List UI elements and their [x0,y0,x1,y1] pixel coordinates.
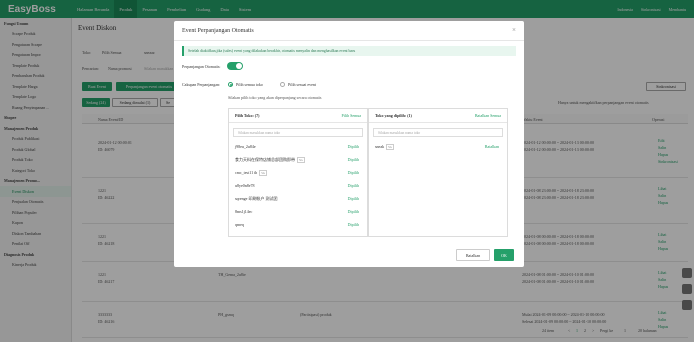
shop-name: cmc_test11 th SG [235,169,268,176]
shop-region-tag: SG [297,156,305,163]
shop-name: 食力天料在保特店铺总部团购即带 SG [235,156,305,163]
cancel-all-link[interactable]: Batalkan Semua [475,113,501,118]
shop-list-item: 8ms1j14ec Dipilih [235,206,359,217]
shop-list-item: 食力天料在保特店铺总部团购即带 SG Dipilih [235,154,359,165]
shop-name: u8ye0n8e78 [235,183,255,188]
shop-list-item: cmc_test11 th SG Dipilih [235,167,359,178]
deselect-shop-link[interactable]: Batalkan [485,144,499,149]
selected-list-panel: Toko yang dipilih: (1) Batalkan Semua Si… [368,108,508,237]
shop-search-input[interactable]: Silakan masukkan nama toko [233,128,363,137]
select-shop-link[interactable]: Dipilih [348,144,359,149]
auto-extend-label: Perpanjangan Otomatis: [182,64,221,69]
info-notice: Setelah diaktifkan,jika (sales) event ya… [182,46,516,56]
radio-all-shops-label[interactable]: Pilih semua toko [236,82,263,87]
radio-by-event-label[interactable]: Pilih sesuai event [288,82,316,87]
radio-all-shops[interactable] [228,82,233,87]
selected-search-input[interactable]: Silakan masukkan nama toko [373,128,503,137]
shop-name: qmeq [235,222,244,227]
scope-hint: Silakan pilih toko yang akan diperpanjan… [228,95,322,100]
select-shop-link[interactable]: Dipilih [348,209,359,214]
selected-list-title: Toko yang dipilih: (1) [375,113,412,118]
selected-shop-name: sneak SG [375,143,394,150]
modal-divider [174,40,524,41]
select-shop-link[interactable]: Dipilih [348,157,359,162]
shop-list-item: qmeq Dipilih [235,219,359,230]
auto-extend-toggle[interactable] [227,62,243,70]
shop-name: j98eu_2u84e [235,144,256,149]
shop-list-title: Pilih Toko: (7) [235,113,260,118]
shop-region-tag: SG [259,169,268,176]
selected-list-item: sneak SG Batalkan [375,141,499,152]
shop-list-item: u8ye0n8e78 Dipilih [235,180,359,191]
shop-list-item: sqrenge 印刷帐户 测试团 Dipilih [235,193,359,204]
shop-name: 8ms1j14ec [235,209,253,214]
ok-button[interactable]: OK [494,249,514,261]
scope-label: Cakupan Perpanjangan: [182,82,221,87]
cancel-button[interactable]: Batalkan [456,249,490,261]
select-shop-link[interactable]: Dipilih [348,222,359,227]
radio-by-event[interactable] [280,82,285,87]
shop-name: sqrenge 印刷帐户 测试团 [235,195,278,201]
selected-list-header: Toko yang dipilih: (1) Batalkan Semua [369,109,507,123]
select-shop-link[interactable]: Dipilih [348,170,359,175]
shop-list-item: j98eu_2u84e Dipilih [235,141,359,152]
auto-extend-modal: Event Perpanjangan Otomatis × Setelah di… [174,21,524,267]
shop-region-tag: SG [386,143,394,150]
select-all-link[interactable]: Pilih Semua [342,113,361,118]
select-shop-link[interactable]: Dipilih [348,183,359,188]
close-icon[interactable]: × [512,26,516,34]
select-shop-link[interactable]: Dipilih [348,196,359,201]
shop-list-header: Pilih Toko: (7) Pilih Semua [229,109,367,123]
shop-list-panel: Pilih Toko: (7) Pilih Semua Silakan masu… [228,108,368,237]
modal-title: Event Perpanjangan Otomatis [182,28,254,34]
